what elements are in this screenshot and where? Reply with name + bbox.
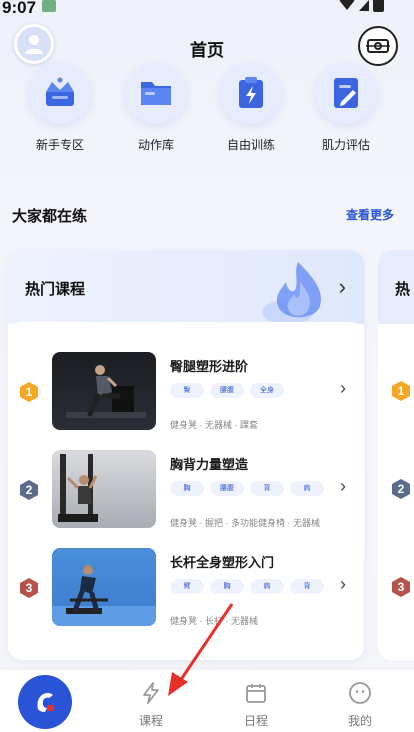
course-name: 臀腿塑形进阶: [170, 359, 249, 374]
tag: 肩: [290, 481, 324, 496]
rank-number: 1: [25, 385, 33, 399]
peek-header: 热: [378, 250, 414, 324]
tag: 背: [250, 481, 284, 496]
nav-label: 课程: [138, 714, 163, 728]
quick-entry-beginner[interactable]: 新手专区: [15, 62, 105, 153]
quick-entry-label: 新手专区: [35, 138, 84, 152]
nav-label: 我的: [347, 714, 372, 728]
quick-entries: 新手专区 动作库 自由训练 肌力评估: [0, 62, 414, 166]
chevron-right-icon[interactable]: ›: [339, 274, 346, 300]
rank-badge: 1: [18, 381, 40, 403]
course-name: 胸背力量塑造: [170, 457, 249, 472]
card-title: 热门课程: [25, 281, 86, 298]
page-title: 首页: [190, 41, 224, 60]
home-logo-icon: [37, 693, 54, 712]
nav-tab-mine[interactable]: 我的: [330, 680, 390, 729]
scan-button[interactable]: [358, 26, 398, 66]
tag: 胸: [210, 579, 244, 594]
tag: 臂: [170, 579, 204, 594]
signal-icon: [359, 0, 369, 11]
quick-entry-free-training[interactable]: 自由训练: [206, 62, 296, 153]
chevron-right-icon[interactable]: ›: [340, 378, 346, 399]
course-item[interactable]: 3 长杆全身塑形入门 臂 胸 肩 背 健身凳 · 长杆 · 无器械 ›: [8, 548, 364, 632]
status-bar: 9:07: [0, 0, 414, 18]
calendar-icon: [246, 684, 266, 703]
tag: 胸: [170, 481, 204, 496]
smile-icon: [349, 682, 371, 704]
card-header[interactable]: 热门课程 ›: [8, 250, 364, 324]
tag: 全身: [250, 383, 284, 398]
rank-number: 2: [25, 483, 33, 497]
tag: 背: [290, 579, 324, 594]
quick-entry-label: 动作库: [137, 138, 174, 152]
status-time: 9:07: [2, 0, 37, 17]
nav-home-button[interactable]: [18, 675, 72, 729]
quick-entry-label: 肌力评估: [321, 138, 370, 152]
course-item[interactable]: 1 臀腿塑形进阶 臀 腰腹 全身 健身凳 · 无器械 · 踝套 ›: [8, 352, 364, 436]
rank-badge: 3: [18, 577, 40, 599]
equipment-text: 健身凳 · 无器械 · 踝套: [170, 420, 258, 430]
course-thumbnail: [52, 548, 156, 626]
course-name: 长杆全身塑形入门: [170, 555, 275, 570]
app-notification-icon: [42, 0, 56, 12]
nav-tab-courses[interactable]: 课程: [121, 680, 181, 729]
rank-badge: 1: [390, 380, 412, 402]
view-more-link[interactable]: 查看更多: [346, 206, 394, 223]
nav-tab-schedule[interactable]: 日程: [226, 680, 286, 729]
equipment-text: 健身凳 · 长杆 · 无器械: [170, 616, 258, 626]
quick-entry-circle: [29, 62, 91, 124]
course-thumbnail: [52, 450, 156, 528]
next-card-peek[interactable]: 热 1 2 3: [378, 250, 414, 660]
app-screen: 9:07 首页 新手专区 动作库 自由训练 肌力评估 大家都在练 查看更多 热门…: [0, 0, 414, 732]
quick-entry-circle: [125, 62, 187, 124]
status-icons: [339, 0, 384, 12]
bottom-nav: 课程 日程 我的: [0, 670, 414, 732]
course-item[interactable]: 2 胸背力量塑造 胸 腰腹 背 肩 健身凳 · 握把 · 多功能健身椅 · 无器…: [8, 450, 364, 534]
tag-row: 臀 腰腹 全身: [170, 383, 284, 398]
course-list: 1 臀腿塑形进阶 臀 腰腹 全身 健身凳 · 无器械 · 踝套 › 2 胸背力量…: [8, 322, 364, 660]
rank-badge: 2: [18, 479, 40, 501]
flame-icon: [262, 262, 322, 324]
quick-entry-label: 自由训练: [226, 138, 275, 152]
folder-icon: [141, 82, 171, 105]
rank-number: 3: [25, 581, 33, 595]
crown-icon: [46, 77, 74, 106]
bolt-icon: [143, 682, 159, 704]
section-title: 大家都在练: [12, 208, 88, 225]
tag: 腰腹: [210, 383, 244, 398]
battery-icon: [373, 0, 384, 12]
quick-entry-strength-assessment[interactable]: 肌力评估: [301, 62, 391, 153]
quick-entry-circle: [315, 62, 377, 124]
chevron-right-icon[interactable]: ›: [340, 476, 346, 497]
chevron-right-icon[interactable]: ›: [340, 574, 346, 595]
tag: 腰腹: [210, 481, 244, 496]
tag: 肩: [250, 579, 284, 594]
tag-row: 胸 腰腹 背 肩: [170, 481, 324, 496]
rank-badge: 2: [390, 478, 412, 500]
peek-title: 热: [395, 281, 411, 298]
rank-number: 1: [397, 384, 405, 398]
hot-courses-card[interactable]: 热门课程 › 1 臀腿塑形进阶 臀 腰腹 全身 健身凳 · 无器械 · 踝套 ›…: [8, 250, 364, 660]
rank-badge: 3: [390, 576, 412, 598]
rank-number: 2: [397, 482, 405, 496]
bolt-clipboard-icon: [239, 77, 263, 108]
tag-row: 臂 胸 肩 背: [170, 579, 324, 594]
course-thumbnail: [52, 352, 156, 430]
pen-note-icon: [334, 78, 358, 108]
quick-entry-circle: [220, 62, 282, 124]
quick-entry-library[interactable]: 动作库: [111, 62, 201, 153]
scan-icon: [366, 39, 390, 53]
rank-number: 3: [397, 580, 405, 594]
nav-label: 日程: [243, 714, 268, 728]
tag: 臀: [170, 383, 204, 398]
equipment-text: 健身凳 · 握把 · 多功能健身椅 · 无器械: [170, 518, 320, 528]
wifi-icon: [339, 0, 355, 10]
